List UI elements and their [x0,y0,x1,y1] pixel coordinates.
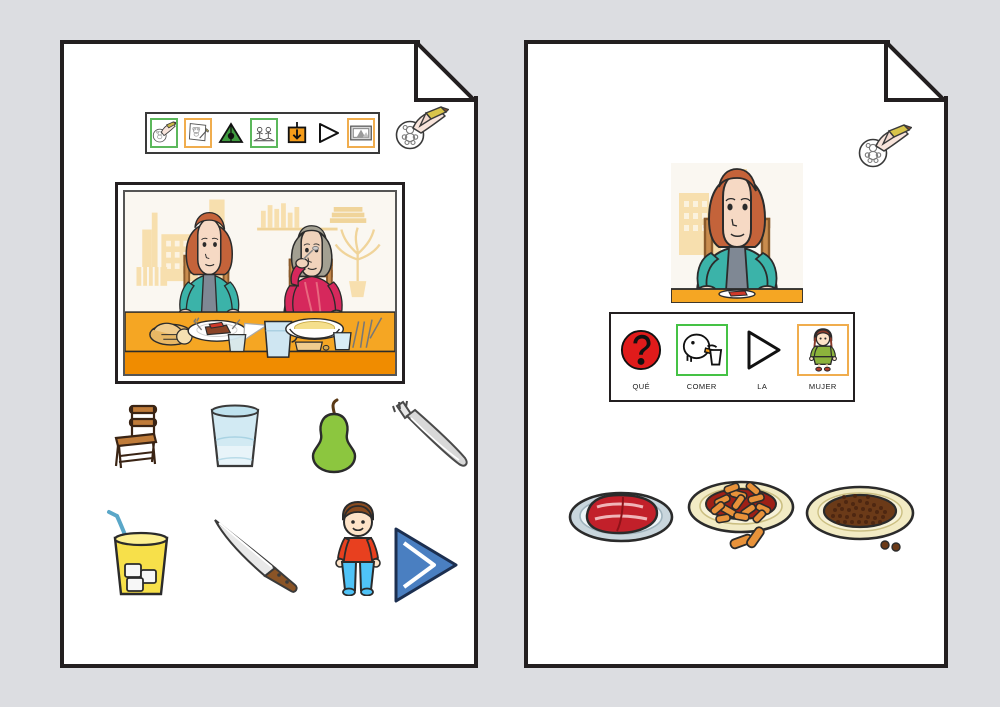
green-triangle-icon[interactable] [218,118,244,148]
picto-caption-3: MUJER [808,382,837,391]
orange-download-icon[interactable] [284,118,309,148]
woman-figure-icon[interactable] [796,324,849,376]
picture-edit-icon[interactable] [184,118,212,148]
left-page-body [60,40,478,668]
boy-figure-icon[interactable] [328,500,388,596]
dinner-scene-canvas [123,190,397,376]
two-figures-icon[interactable] [250,118,278,148]
picto-cell-2[interactable]: LA [734,324,790,391]
pear-icon[interactable] [300,398,368,474]
picto-cell-1[interactable]: COMER [674,324,730,391]
wooden-chair-icon[interactable] [106,402,170,472]
picto-cell-0[interactable]: QUÉ [613,324,669,391]
pictogram-sentence-strip[interactable]: QUÉ COMER LA MUJER [609,312,855,402]
hand-pencil-teddy-icon[interactable] [856,124,912,172]
editor-toolbar[interactable] [145,112,380,154]
picto-caption-2: LA [757,382,768,391]
picto-cell-3[interactable]: MUJER [795,324,851,391]
picto-caption-1: COMER [686,382,717,391]
woman-at-table-illustration[interactable] [671,163,803,303]
water-glass-icon[interactable] [200,400,270,472]
play-triangle-icon[interactable] [315,118,341,148]
screen-root: QUÉ COMER LA MUJER [0,0,1000,707]
blue-play-arrow-icon[interactable] [385,525,465,605]
right-page-fold-triangle [884,40,948,104]
play-triangle-icon[interactable] [736,324,789,376]
right-page-body: QUÉ COMER LA MUJER [524,40,948,668]
photo-frame-icon[interactable] [347,118,375,148]
fork-icon[interactable] [390,400,480,474]
right-page[interactable]: QUÉ COMER LA MUJER [524,38,950,668]
hand-pencil-teddy-icon[interactable] [393,106,449,154]
picto-caption-0: QUÉ [632,382,650,391]
red-question-mark-icon[interactable] [615,324,668,376]
kitchen-knife-icon[interactable] [210,512,310,598]
eating-drinking-icon[interactable] [675,324,728,376]
hand-drawing-icon[interactable] [150,118,178,148]
dinner-scene-illustration[interactable] [115,182,405,384]
lentils-plate-icon[interactable] [804,476,922,556]
left-page[interactable] [60,38,480,668]
left-page-fold-triangle [414,40,478,104]
steak-plate-icon[interactable] [566,480,676,546]
pasta-plate-icon[interactable] [684,470,799,558]
lemonade-glass-icon[interactable] [102,508,180,598]
